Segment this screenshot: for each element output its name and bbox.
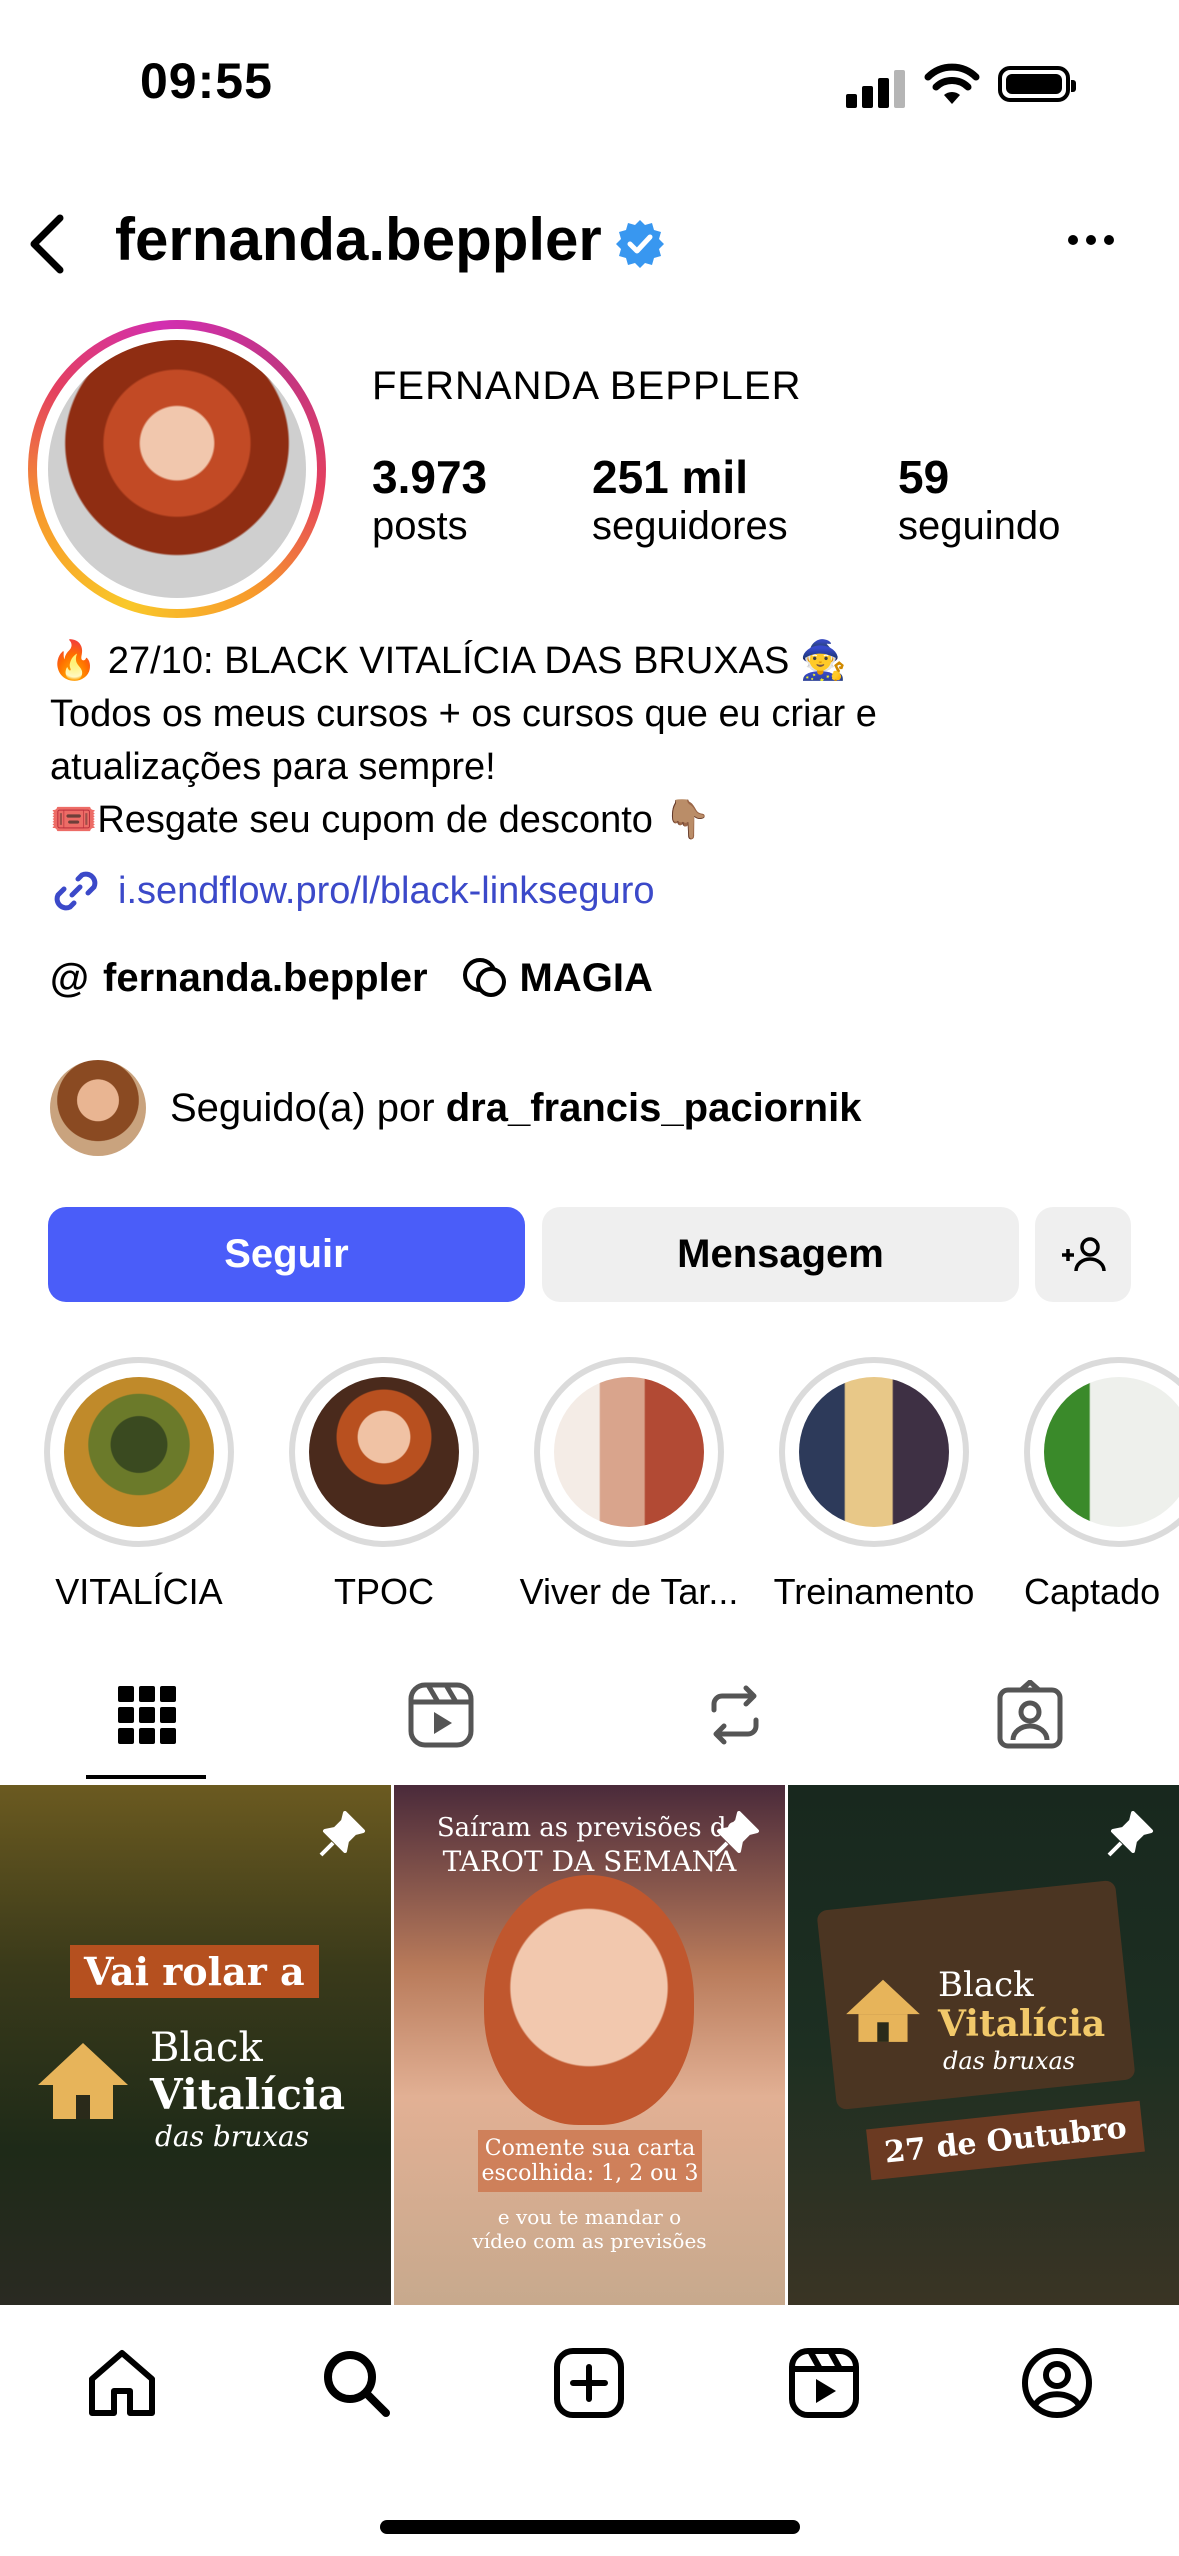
channel-name[interactable]: MAGIA xyxy=(520,956,653,1001)
threads-handle[interactable]: fernanda.beppler xyxy=(103,956,428,1001)
home-icon[interactable] xyxy=(84,2345,160,2421)
content-tabs xyxy=(0,1680,1179,1780)
reels-nav-icon[interactable] xyxy=(786,2345,862,2421)
message-button[interactable]: Mensagem xyxy=(542,1207,1019,1302)
cabin-logo-icon xyxy=(38,2043,128,2119)
threads-icon[interactable]: @ xyxy=(50,956,89,1001)
post-banner: Vai rolar a xyxy=(70,1945,319,1998)
status-time: 09:55 xyxy=(140,53,273,109)
pin-icon xyxy=(319,1811,365,1857)
stat-followers[interactable]: 251 mil seguidores xyxy=(592,450,788,549)
post-brand-line2: Vitalícia xyxy=(150,2070,346,2119)
highlight-vitalicia[interactable]: VITALÍCIA xyxy=(44,1357,234,1613)
home-indicator xyxy=(380,2520,800,2534)
post-date: 27 de Outubro xyxy=(866,2100,1146,2181)
stat-value: 3.973 xyxy=(372,451,488,503)
caption-line: e vou te mandar o xyxy=(497,2205,682,2229)
suggest-people-button[interactable] xyxy=(1035,1207,1131,1302)
reposts-tab-icon[interactable] xyxy=(700,1680,770,1750)
post-brand-line1: Black xyxy=(938,1965,1034,2005)
wifi-icon xyxy=(924,63,980,104)
channel-icon xyxy=(462,958,506,997)
followed-by-prefix: Seguido(a) por xyxy=(170,1085,446,1130)
bio-line: Todos os meus cursos + os cursos que eu … xyxy=(50,693,877,735)
battery-icon xyxy=(998,66,1076,102)
post-brand-line2: Vitalícia xyxy=(938,2003,1106,2045)
post-title-line1: Saíram as previsões do xyxy=(436,1813,743,1843)
threads-row: @ fernanda.beppler MAGIA xyxy=(50,955,653,1001)
profile-nav-icon[interactable] xyxy=(1019,2345,1095,2421)
stat-label: seguidores xyxy=(592,504,788,548)
cabin-logo-icon xyxy=(846,1979,920,2042)
followed-by-row[interactable]: Seguido(a) por dra_francis_paciornik xyxy=(50,1060,861,1156)
tagged-tab-icon[interactable] xyxy=(995,1680,1065,1750)
caption-line: vídeo com as previsões xyxy=(472,2229,707,2253)
highlight-captado[interactable]: Captado xyxy=(1024,1357,1179,1613)
post-tile[interactable]: Vai rolar a Black Vitalícia das bruxas xyxy=(0,1785,391,2305)
highlight-viver-de-tarot[interactable]: Viver de Tar... xyxy=(520,1357,738,1613)
post-brand-line1: Black xyxy=(150,2025,263,2071)
bio-line: 🎟️Resgate seu cupom de desconto 👇🏽 xyxy=(50,799,711,841)
highlight-tpoc[interactable]: TPOC xyxy=(289,1357,479,1613)
bottom-navigation xyxy=(0,2305,1179,2556)
profile-avatar[interactable] xyxy=(28,320,326,618)
bio-line: atualizações para sempre! xyxy=(50,746,496,788)
post-tile[interactable]: Black Vitalícia das bruxas 27 de Outubro xyxy=(788,1785,1179,2305)
stat-value: 59 xyxy=(898,451,950,503)
link-icon xyxy=(54,871,98,911)
stat-following[interactable]: 59 seguindo xyxy=(898,450,1060,549)
pin-icon xyxy=(1107,1811,1153,1857)
profile-full-name: FERNANDA BEPPLER xyxy=(372,364,802,408)
follower-avatar xyxy=(50,1060,146,1156)
grid-tab-icon[interactable] xyxy=(112,1680,182,1750)
stat-value: 251 mil xyxy=(592,451,748,503)
reels-tab-icon[interactable] xyxy=(406,1680,476,1750)
post-title-line2: TAROT DA SEMANA xyxy=(442,1845,737,1878)
caption-line: escolhida: 1, 2 ou 3 xyxy=(481,2161,699,2186)
create-post-icon[interactable] xyxy=(551,2345,627,2421)
cellular-signal-icon xyxy=(846,68,908,108)
back-arrow-icon[interactable] xyxy=(22,212,72,276)
followed-by-user: dra_francis_paciornik xyxy=(445,1085,862,1130)
active-tab-indicator xyxy=(86,1775,206,1779)
verified-badge-icon xyxy=(616,220,664,268)
post-face xyxy=(484,1875,694,2125)
stat-label: posts xyxy=(372,504,468,548)
highlight-label: Treinamento xyxy=(773,1571,975,1612)
search-icon[interactable] xyxy=(318,2345,394,2421)
stat-label: seguindo xyxy=(898,504,1061,548)
highlight-label: TPOC xyxy=(333,1571,434,1612)
stat-posts: 3.973 posts xyxy=(372,450,487,549)
follow-button[interactable]: Seguir xyxy=(48,1207,525,1302)
bio-link-text: i.sendflow.pro/l/black-linkseguro xyxy=(118,869,655,912)
post-caption-box: Comente sua carta escolhida: 1, 2 ou 3 xyxy=(478,2130,702,2192)
header-username: fernanda.beppler xyxy=(115,206,602,273)
highlight-label: Viver de Tar... xyxy=(519,1571,739,1612)
highlight-label: Captado xyxy=(1024,1571,1161,1612)
profile-bio: 🔥 27/10: BLACK VITALÍCIA DAS BRUXAS 🧙 To… xyxy=(50,635,1150,847)
post-tile[interactable]: Saíram as previsões do TAROT DA SEMANA C… xyxy=(394,1785,785,2305)
bio-line: 🔥 27/10: BLACK VITALÍCIA DAS BRUXAS 🧙 xyxy=(50,640,848,682)
posts-grid: Vai rolar a Black Vitalícia das bruxas S… xyxy=(0,1785,1179,2305)
post-caption-sub: e vou te mandar o vídeo com as previsões xyxy=(394,2205,785,2253)
add-person-icon xyxy=(1062,1236,1106,1271)
more-options-icon[interactable] xyxy=(1068,232,1122,250)
post-brand-line3: das bruxas xyxy=(155,2120,310,2153)
post-brand-line3: das bruxas xyxy=(943,2047,1076,2075)
highlight-treinamento[interactable]: Treinamento xyxy=(774,1357,974,1613)
bio-link[interactable]: i.sendflow.pro/l/black-linkseguro xyxy=(50,865,655,917)
caption-line: Comente sua carta xyxy=(484,2136,696,2161)
highlight-label: VITALÍCIA xyxy=(55,1571,223,1612)
